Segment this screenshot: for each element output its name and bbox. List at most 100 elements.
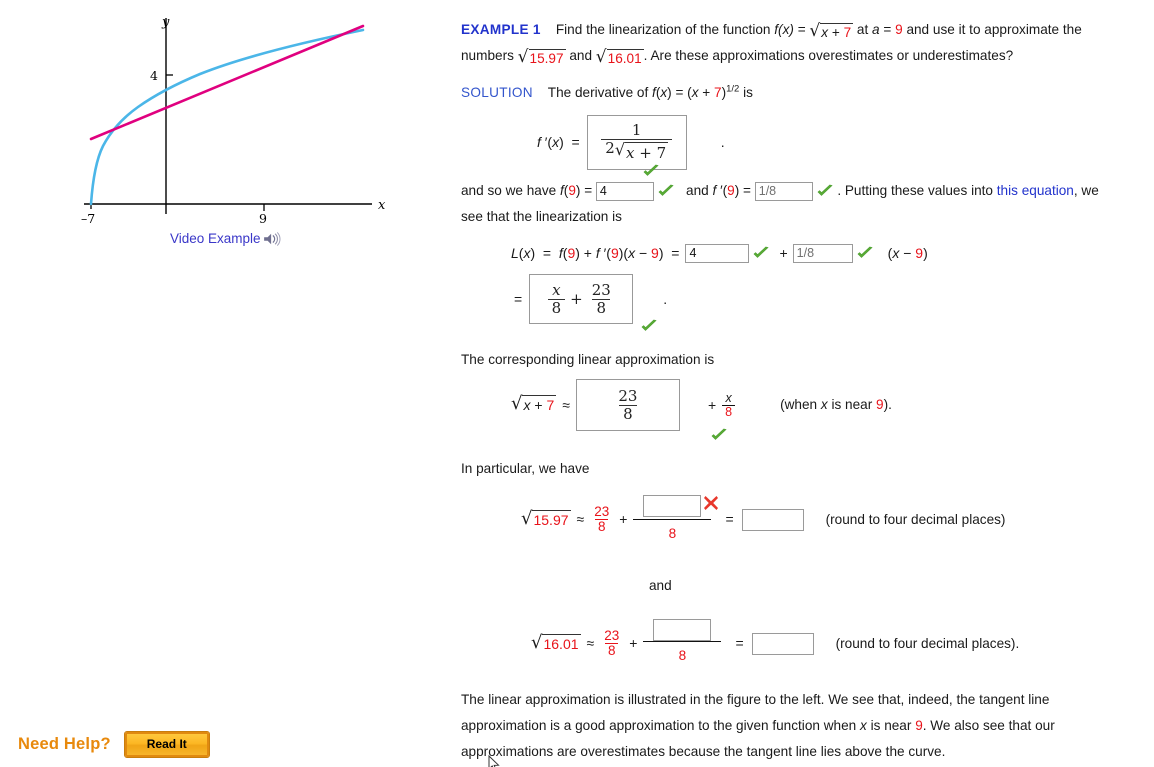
row1-approx-sign: ≈ — [576, 511, 585, 528]
row2-input-fraction: 8 — [643, 618, 722, 669]
example-tag: EXAMPLE 1 — [461, 22, 541, 37]
linearization-box2[interactable]: 1/8 — [792, 244, 853, 264]
video-example-link[interactable]: Video Example — [170, 231, 281, 246]
closing-p1val: 9 — [915, 718, 923, 733]
row2-frac-23-8: 23 8 — [601, 628, 622, 659]
derivative-denominator: 2 √ x + 7 — [601, 139, 673, 163]
linearization-check-row — [641, 313, 1121, 333]
approx-tail-num: x — [725, 390, 732, 405]
solution-intro-a: The derivative of — [547, 85, 649, 101]
andso-b: . Putting these values into — [837, 183, 993, 199]
row1-denominator: 8 — [633, 518, 712, 547]
example-line1a: Find the linearization of the function — [555, 22, 771, 37]
example-line3: underestimates? — [912, 48, 1014, 64]
approx-tail-den: 8 — [722, 404, 736, 419]
f9-input[interactable]: 4 — [595, 182, 654, 202]
check-icon — [643, 164, 659, 177]
approx-check-row — [711, 422, 1121, 442]
approx-note: (when x is near 9). — [780, 397, 892, 413]
andso-and: and — [686, 183, 709, 199]
check-icon — [658, 184, 674, 197]
approx-fraction: 23 8 — [614, 388, 641, 423]
check-icon — [641, 319, 657, 332]
row1-numerator-input[interactable] — [643, 494, 702, 517]
read-it-button[interactable]: Read It — [123, 731, 210, 758]
row1-plus: + — [619, 511, 628, 528]
solution-tag: SOLUTION — [461, 85, 533, 101]
approx-heading: The corresponding linear approximation i… — [461, 352, 715, 368]
figure-panel: y x 4 –7 9 Video Example Need Help? Read… — [0, 0, 450, 767]
linearization-eq2: = — [514, 290, 523, 307]
row2-plus: + — [629, 635, 638, 652]
closing-p1x: x — [860, 718, 867, 733]
example-and: and — [569, 48, 593, 64]
this-link[interactable]: this — [997, 183, 1018, 198]
example-line1b: and use it to — [906, 22, 981, 37]
example-statement: EXAMPLE 1 Find the linearization of the … — [461, 21, 1082, 68]
example-num1: 15.97 — [528, 49, 566, 68]
result-frac-2: 23 8 — [588, 282, 615, 317]
example-radical-2: √ 15.97 — [517, 47, 566, 68]
row1-result-input[interactable] — [741, 508, 804, 531]
derivative-fraction: 1 2 √ x + 7 — [601, 121, 673, 163]
solution-intro-fx: f(x) = (x + 7)1/2 — [652, 83, 740, 101]
approx-tail-fraction: x 8 — [722, 390, 736, 419]
approx-answer-box: 23 8 — [575, 379, 680, 432]
y-tick-4: 4 — [150, 68, 158, 83]
derivative-period: . — [720, 134, 725, 151]
result-den-2: 8 — [592, 298, 611, 317]
example-fx: f(x) — [774, 22, 794, 37]
row1-radicand: 15.97 — [532, 509, 571, 528]
linearization-graph: y x 4 –7 9 — [81, 15, 386, 226]
closing-paragraph-1: The linear approximation is illustrated … — [461, 687, 1121, 765]
approx-num: 23 — [618, 387, 638, 406]
row1-radical: √ 15.97 — [521, 507, 571, 529]
linearization-tail: (x − 9) — [887, 245, 928, 262]
y-axis-label: y — [161, 15, 170, 30]
linearization-period: . — [663, 290, 668, 307]
example-at: at — [856, 22, 869, 37]
row2-frac-den: 8 — [604, 643, 619, 658]
example-line2b: . Are these approximations overestimates… — [643, 48, 909, 64]
derivative-numerator: 1 — [631, 121, 642, 140]
f9-label: f(9) = — [560, 183, 593, 199]
equation-link[interactable]: equation — [1022, 183, 1074, 198]
row2-equals: = — [735, 635, 744, 652]
row2-denominator: 8 — [643, 640, 722, 669]
fprime9-label: f ′(9) = — [712, 183, 751, 199]
check-icon — [711, 429, 727, 441]
example-a-val: 9 — [895, 22, 903, 37]
particular-heading: In particular, we have — [461, 461, 590, 477]
row2-frac-num: 23 — [604, 628, 620, 644]
result-op: + — [570, 289, 583, 308]
linearization-plus: + — [779, 245, 788, 262]
row2-numerator-input[interactable] — [653, 618, 712, 641]
example-radical-3: √ 16.01 — [595, 47, 644, 68]
linearization-result-box: x 8 + 23 8 — [529, 274, 634, 325]
row2-result-input[interactable] — [751, 632, 814, 655]
linearization-box1[interactable]: 4 — [685, 244, 750, 264]
need-help-label: Need Help? — [18, 735, 111, 753]
approx-sign: ≈ — [562, 397, 570, 413]
result-den-1: 8 — [547, 298, 566, 317]
fprime9-input[interactable]: 1/8 — [754, 182, 813, 202]
x-axis-label: x — [378, 198, 386, 213]
example-radical-1: √ x + 7 — [809, 21, 854, 41]
row2-radicand: 16.01 — [542, 633, 581, 652]
need-help-row: Need Help? Read It — [18, 731, 210, 758]
row1-frac-num: 23 — [594, 503, 610, 519]
solution-intro: SOLUTION The derivative of f(x) = (x + 7… — [461, 80, 1121, 106]
mouse-cursor — [488, 755, 500, 767]
linearization-row: L(x) = f(9) + f ′(9)(x − 9) = 4 + 1/8 (x… — [511, 240, 1121, 267]
row1-equals: = — [725, 511, 734, 528]
check-icon — [857, 247, 873, 259]
andso-a: and so we have — [461, 183, 557, 199]
result-num-1: x — [552, 281, 561, 300]
row1-frac-23-8: 23 8 — [591, 503, 612, 534]
video-example-label: Video Example — [170, 231, 261, 246]
example-num2: 16.01 — [606, 49, 644, 68]
row2-note: (round to four decimal places). — [835, 635, 1020, 651]
page-root: y x 4 –7 9 Video Example Need Help? Read… — [0, 0, 1154, 767]
row2-radical: √ 16.01 — [531, 631, 581, 653]
row1-frac-den: 8 — [594, 519, 609, 534]
